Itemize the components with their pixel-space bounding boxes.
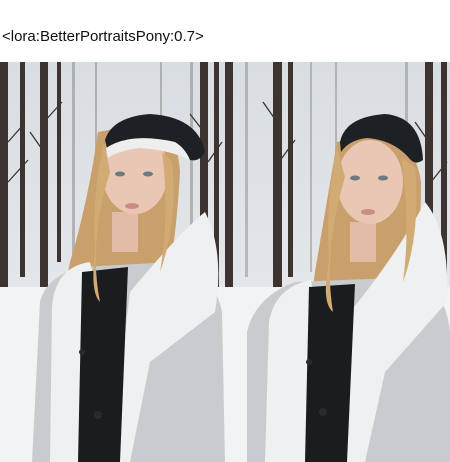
prompt-caption: <lora:BetterPortraitsPony:0.7> xyxy=(2,28,204,45)
image-grid xyxy=(0,62,450,462)
portrait-left-image[interactable] xyxy=(0,62,225,462)
portrait-right-image[interactable] xyxy=(225,62,450,462)
